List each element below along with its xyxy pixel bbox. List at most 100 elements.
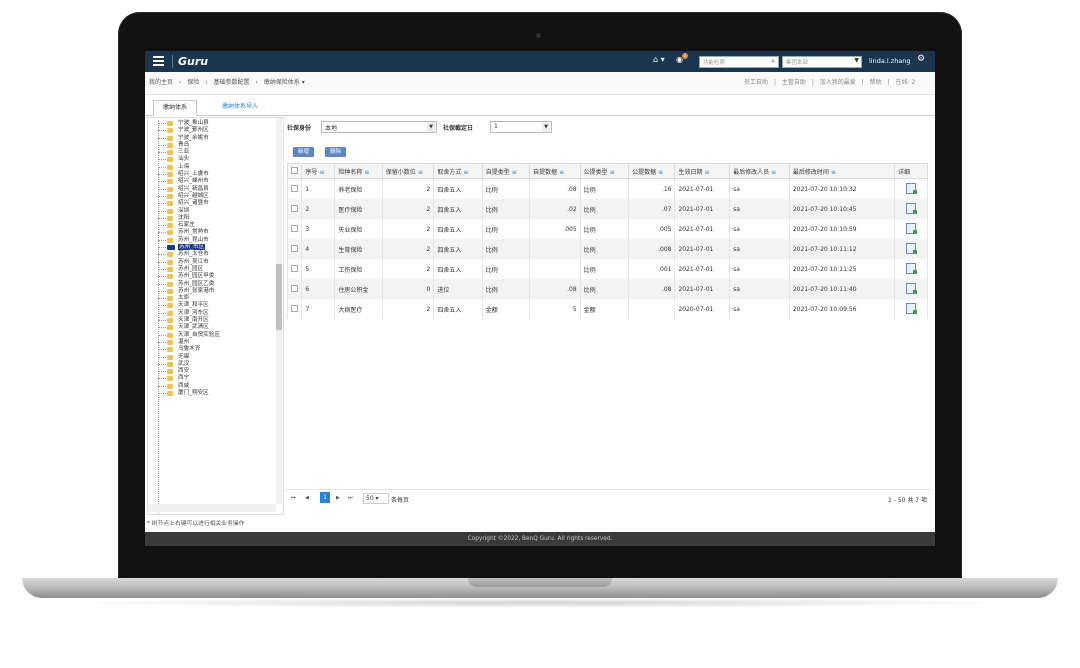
chevron-down-icon[interactable]: ▼	[542, 122, 550, 132]
table-row[interactable]: 2 医疗保险 2 四舍五入 比例 .02 比例 .07 2021-07-01 sa 2021-07-…	[286, 199, 929, 219]
detail-cell[interactable]	[893, 279, 929, 299]
table-row[interactable]: 1 养老保险 2 四舍五入 比例 .08 比例 .16 2021-07-01 sa 2021-07-…	[286, 178, 929, 199]
first-page-icon[interactable]: ⏮	[291, 495, 296, 501]
edit-detail-icon[interactable]	[905, 242, 917, 254]
table-row[interactable]: 6 住房公积金 0 进位 比例 .08 比例 .08 2021-07-01 sa 2021-07-2…	[286, 279, 929, 299]
row-checkbox[interactable]	[286, 299, 303, 319]
app-screen: Guru ⌂ ▾ ◉ 2 功能检索 ⌕ 集团本部 ▼ linda.l.zhang…	[145, 51, 935, 546]
row-checkbox[interactable]	[286, 259, 303, 279]
col-header[interactable]: 自提类型 ≡	[481, 163, 531, 179]
col-header[interactable]: 取舍方式 ≡	[433, 163, 483, 179]
last-page-icon[interactable]: ⏭	[348, 495, 353, 501]
breadcrumb-base-params[interactable]: 基础参数配置	[214, 79, 250, 86]
row-checkbox[interactable]	[286, 178, 303, 199]
tree-node[interactable]: 西咸	[158, 383, 220, 390]
tree-horizontal-scrollbar[interactable]	[148, 504, 276, 512]
identity-select[interactable]: 本地 ▼	[321, 121, 437, 133]
tree-node[interactable]: 苏州_常熟市	[158, 229, 220, 236]
tree-node[interactable]: 无锡	[158, 354, 220, 361]
tree-node[interactable]: 厦门_翔安区	[158, 390, 220, 397]
tree-node[interactable]: 宁波_鄞州区	[158, 127, 220, 134]
detail-cell[interactable]	[893, 299, 929, 319]
tree-scrollbar-thumb[interactable]	[276, 264, 282, 330]
table-row[interactable]: 7 大病医疗 2 四舍五入 金额 5 金额 2020-07-01 sa 2021-07-20 10…	[286, 299, 929, 319]
link-manager-self-service[interactable]: 主管自助	[782, 79, 806, 86]
breadcrumb-home[interactable]: 我的主页	[149, 79, 173, 86]
add-button[interactable]: 新增	[293, 147, 315, 157]
tree-node[interactable]: 绍兴_新昌县	[158, 186, 220, 193]
breadcrumb-insurance[interactable]: 保险	[187, 79, 199, 86]
hamburger-icon[interactable]	[153, 56, 164, 66]
function-search-input[interactable]: 功能检索 ⌕	[699, 56, 779, 68]
link-employee-self-service[interactable]: 员工自助	[744, 79, 768, 86]
col-header[interactable]: 公提数据 ≡	[628, 163, 676, 179]
identity-value: 本地	[325, 125, 338, 132]
detail-cell[interactable]	[893, 199, 929, 219]
row-checkbox[interactable]	[286, 199, 303, 219]
gear-icon[interactable]: ⚙	[917, 54, 925, 64]
chevron-down-icon[interactable]: ▼	[854, 57, 859, 64]
tree-node[interactable]: 深圳	[158, 208, 220, 215]
tree-node[interactable]: 天津_自贸实验区	[158, 332, 220, 339]
tab-payment-system[interactable]: 缴纳体系	[153, 100, 198, 116]
row-checkbox[interactable]	[286, 239, 303, 259]
tree-node[interactable]: 武汉	[158, 361, 220, 368]
link-help[interactable]: 帮助	[870, 79, 882, 86]
tree-node[interactable]: 天津_和平区	[158, 302, 220, 309]
tree-node[interactable]: 苏州_园区乙类	[158, 281, 220, 288]
next-page-icon[interactable]: ▶	[336, 495, 340, 501]
table-row[interactable]: 3 失业保险 2 四舍五入 比例 .005 比例 .005 2021-07-01 sa 2021-0…	[286, 219, 929, 239]
tree-node[interactable]: 苏州_吴江市	[158, 259, 220, 266]
tree-node[interactable]: 西宁	[158, 375, 220, 382]
col-header[interactable]: 最后修改人员 ≡	[729, 163, 790, 179]
tree-node[interactable]: 绍兴_诸暨市	[158, 200, 220, 207]
col-header[interactable]: 生效日期 ≡	[674, 163, 731, 179]
tree-node[interactable]: 苏州_园区甲类	[158, 273, 220, 280]
col-header[interactable]: 序号 ≡	[301, 163, 336, 179]
row-checkbox[interactable]	[286, 279, 303, 299]
detail-cell[interactable]	[893, 219, 929, 239]
tree-node[interactable]: 汕头	[158, 156, 220, 163]
tree-node[interactable]: 天津_武清区	[158, 324, 220, 331]
select-all-checkbox[interactable]	[286, 163, 303, 179]
org-select[interactable]: 集团本部 ▼	[782, 56, 862, 68]
edit-detail-icon[interactable]	[905, 282, 917, 294]
tab-payment-system-import[interactable]: 缴纳体系导入	[213, 100, 267, 114]
home-icon[interactable]: ⌂ ▾	[653, 55, 665, 64]
tree-node[interactable]: 苏州_昆山市	[158, 237, 220, 244]
edit-detail-icon[interactable]	[905, 302, 917, 314]
tree-node[interactable]: 上海	[158, 164, 220, 171]
link-add-favorite[interactable]: 加入我的最爱	[820, 79, 856, 86]
edit-detail-icon[interactable]	[905, 262, 917, 274]
col-header[interactable]: 最后修改时间 ≡	[788, 163, 895, 179]
tree-node[interactable]: 乌鲁木齐	[158, 346, 220, 353]
row-checkbox[interactable]	[286, 219, 303, 239]
tree-node[interactable]: 苏州_太仓市	[158, 251, 220, 258]
edit-detail-icon[interactable]	[905, 202, 917, 214]
col-header[interactable]: 公提类型 ≡	[579, 163, 630, 179]
detail-cell[interactable]	[893, 259, 929, 279]
detail-cell[interactable]	[893, 178, 929, 199]
prev-page-icon[interactable]: ◀	[305, 495, 309, 501]
table-row[interactable]: 5 工伤保险 2 四舍五入 比例 比例 .001 2021-07-01 sa 2021-07-20…	[286, 259, 929, 279]
user-name[interactable]: linda.l.zhang	[869, 57, 911, 65]
col-header[interactable]: 保留小数位 ≡	[381, 163, 435, 179]
table-cell: .02	[529, 199, 581, 219]
current-page[interactable]: 1	[320, 492, 330, 503]
tree-node[interactable]: 绍兴_嵊州市	[158, 178, 220, 185]
table-row[interactable]: 4 生育保险 2 四舍五入 比例 比例 .008 2021-07-01 sa 2021-07-20…	[286, 239, 929, 259]
delete-button[interactable]: 删除	[325, 147, 347, 157]
tree-node[interactable]: 天津_河东区	[158, 310, 220, 317]
detail-cell[interactable]	[893, 239, 929, 259]
tree-node[interactable]: 宁波_余姚市	[158, 135, 220, 142]
edit-detail-icon[interactable]	[905, 222, 917, 234]
table-cell: 四舍五入	[433, 219, 483, 239]
page-size-select[interactable]: 50 ▾	[363, 493, 389, 504]
breadcrumb-current[interactable]: 缴纳保险体系 ▾	[264, 79, 305, 86]
col-header[interactable]: 自提数据 ≡	[529, 163, 581, 179]
chevron-down-icon[interactable]: ▼	[427, 122, 435, 132]
edit-detail-icon[interactable]	[905, 182, 917, 194]
search-icon[interactable]: ⌕	[771, 57, 775, 66]
col-header[interactable]: 险种名称 ≡	[334, 163, 383, 179]
day-select[interactable]: 1 ▼	[490, 121, 552, 133]
